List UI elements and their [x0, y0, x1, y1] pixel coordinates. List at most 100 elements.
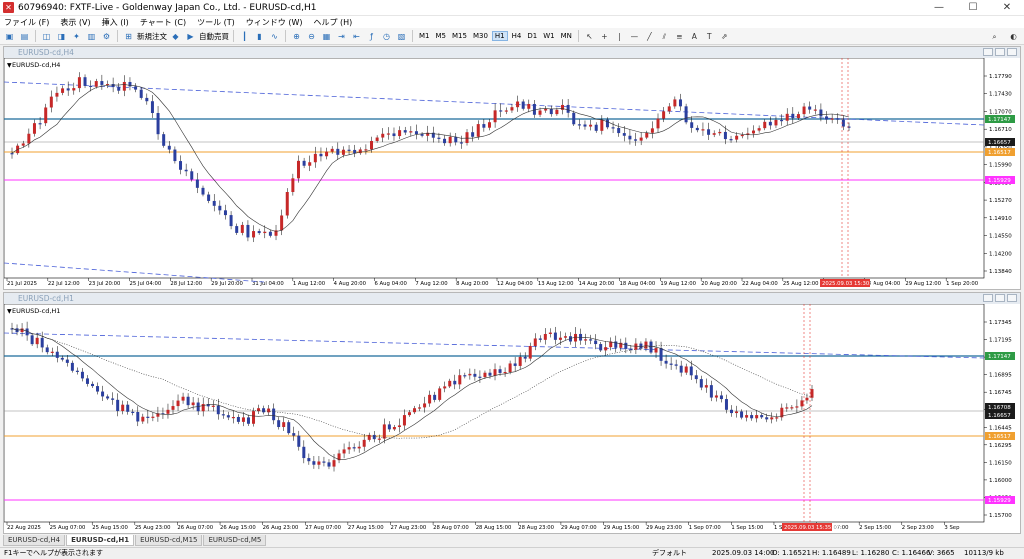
- chart-close-button[interactable]: [1007, 294, 1017, 302]
- candle-bullish: [141, 416, 145, 422]
- timeframe-d1[interactable]: D1: [525, 32, 539, 40]
- menu-help[interactable]: ヘルプ (H): [313, 17, 352, 28]
- auto-trade-icon[interactable]: ▶: [184, 30, 197, 43]
- new-order-button[interactable]: 新規注文: [137, 31, 167, 42]
- x-tick-label: 28 Aug 07:00: [433, 525, 469, 531]
- menu-window[interactable]: ウィンドウ (W): [246, 17, 303, 28]
- crosshair-icon[interactable]: +: [598, 30, 611, 43]
- candle-bearish: [729, 139, 733, 141]
- candle-bearish: [628, 135, 632, 140]
- candle-bullish: [503, 372, 507, 374]
- candle-bullish: [386, 133, 390, 135]
- timeframe-h1[interactable]: H1: [491, 31, 508, 41]
- x-tick-label: 1 Sep 20:00: [946, 281, 979, 287]
- candle-bullish: [342, 449, 346, 454]
- templates-icon[interactable]: ▧: [395, 30, 408, 43]
- chart-window-h1[interactable]: EURUSD-cd,H1 EURUSD-cd,H1 ▼ 1.17345 1.17195…: [3, 292, 1021, 534]
- auto-scroll-icon[interactable]: ⇥: [335, 30, 348, 43]
- tab-eurusd-m5[interactable]: EURUSD-cd,M5: [203, 535, 267, 546]
- timeframe-mn[interactable]: MN: [559, 32, 574, 40]
- indicators-icon[interactable]: ƒ: [365, 30, 378, 43]
- y-tick-label: 1.15990: [989, 163, 1012, 169]
- candle-bullish: [813, 109, 817, 111]
- candle-bullish: [402, 415, 406, 426]
- meta-editor-icon[interactable]: ◆: [169, 30, 182, 43]
- fibonacci-icon[interactable]: ≡: [673, 30, 686, 43]
- x-tick-label: 23 Jul 20:00: [89, 281, 121, 287]
- y-tick-label: 1.16745: [989, 390, 1012, 396]
- chart-h4[interactable]: EURUSD-cd,H4▼ 1.17790 1.17430 1.17070 1.1671…: [4, 58, 1020, 289]
- zoom-in-icon[interactable]: ⊕: [290, 30, 303, 43]
- title-bar: ✕ 60796940: FXTF-Live - Goldenway Japan …: [0, 0, 1024, 16]
- candle-bearish: [10, 153, 14, 155]
- new-order-icon[interactable]: ⊞: [122, 30, 135, 43]
- candlestick-icon[interactable]: ▮: [253, 30, 266, 43]
- candle-bearish: [707, 129, 711, 135]
- data-window-icon[interactable]: ◨: [55, 30, 68, 43]
- terminal-icon[interactable]: ▥: [85, 30, 98, 43]
- chart-close-button[interactable]: [1007, 48, 1017, 56]
- arrow-icon[interactable]: ⇗: [718, 30, 731, 43]
- cursor-icon[interactable]: ↖: [583, 30, 596, 43]
- candle-bearish: [30, 335, 34, 345]
- x-tick-label: 26 Aug 07:00: [177, 525, 213, 531]
- candle-bullish: [548, 332, 552, 334]
- channel-icon[interactable]: ⫽: [658, 30, 671, 43]
- line-chart-icon[interactable]: ∿: [268, 30, 281, 43]
- chart-window-controls: [983, 294, 1017, 302]
- chart-minimize-button[interactable]: [983, 48, 993, 56]
- periods-icon[interactable]: ◷: [380, 30, 393, 43]
- candle-bullish: [32, 123, 36, 134]
- horizontal-line-icon[interactable]: —: [628, 30, 641, 43]
- menu-insert[interactable]: 挿入 (I): [102, 17, 129, 28]
- candle-bearish: [634, 139, 638, 141]
- menu-chart[interactable]: チャート (C): [140, 17, 186, 28]
- close-button[interactable]: ✕: [990, 0, 1024, 16]
- timeframe-h4[interactable]: H4: [510, 32, 524, 40]
- chart-restore-button[interactable]: [995, 48, 1005, 56]
- navigator-icon[interactable]: ✦: [70, 30, 83, 43]
- candle-bullish: [527, 103, 531, 109]
- candle-bullish: [291, 178, 295, 193]
- candle-bearish: [488, 372, 492, 376]
- new-chart-icon[interactable]: ▣: [3, 30, 16, 43]
- tab-eurusd-h1[interactable]: EURUSD-cd,H1: [66, 535, 135, 546]
- timeframe-m1[interactable]: M1: [417, 32, 432, 40]
- candle-bearish: [117, 87, 121, 91]
- profiles-icon[interactable]: ▤: [18, 30, 31, 43]
- candle-bullish: [796, 114, 800, 119]
- chart-minimize-button[interactable]: [983, 294, 993, 302]
- zoom-out-icon[interactable]: ⊖: [305, 30, 318, 43]
- chart-shift-icon[interactable]: ⇤: [350, 30, 363, 43]
- menu-file[interactable]: ファイル (F): [4, 17, 49, 28]
- trendline-icon[interactable]: ╱: [643, 30, 656, 43]
- vertical-line-icon[interactable]: |: [613, 30, 626, 43]
- candle-bullish: [362, 439, 366, 447]
- chart-window-h4[interactable]: EURUSD-cd,H4 EURUSD-cd,H4 ▼ 1.17790 1.17430…: [3, 46, 1021, 290]
- candle-bearish: [195, 179, 199, 188]
- candle-bullish: [392, 426, 396, 430]
- maximize-button[interactable]: ☐: [956, 0, 990, 16]
- y-tick-label: 1.16895: [989, 373, 1012, 379]
- timeframe-m15[interactable]: M15: [450, 32, 469, 40]
- search-icon[interactable]: ⌕: [988, 30, 1001, 43]
- tile-windows-icon[interactable]: ▦: [320, 30, 333, 43]
- candle-bearish: [336, 148, 340, 155]
- market-watch-icon[interactable]: ◫: [40, 30, 53, 43]
- menu-view[interactable]: 表示 (V): [60, 17, 90, 28]
- auto-trade-button[interactable]: 自動売買: [199, 31, 229, 42]
- bar-chart-icon[interactable]: ┃: [238, 30, 251, 43]
- menu-tools[interactable]: ツール (T): [197, 17, 235, 28]
- timeframe-m30[interactable]: M30: [471, 32, 490, 40]
- chart-h1[interactable]: EURUSD-cd,H1▼1.173451.171951.170451.1689…: [4, 304, 1020, 533]
- tab-eurusd-h4[interactable]: EURUSD-cd,H4: [3, 535, 66, 546]
- tab-eurusd-m15[interactable]: EURUSD-cd,M15: [135, 535, 203, 546]
- text-icon[interactable]: A: [688, 30, 701, 43]
- timeframe-w1[interactable]: W1: [541, 32, 556, 40]
- tester-icon[interactable]: ⚙: [100, 30, 113, 43]
- chart-restore-button[interactable]: [995, 294, 1005, 302]
- minimize-button[interactable]: —: [922, 0, 956, 16]
- community-icon[interactable]: ◐: [1007, 30, 1020, 43]
- timeframe-m5[interactable]: M5: [434, 32, 449, 40]
- label-icon[interactable]: T: [703, 30, 716, 43]
